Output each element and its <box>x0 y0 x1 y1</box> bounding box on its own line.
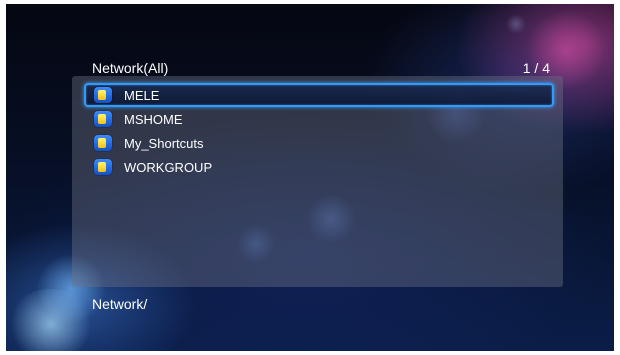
network-folder-icon <box>94 87 112 103</box>
page-counter: 1 / 4 <box>522 60 550 76</box>
network-list: MELE MSHOME My_Shortcuts WORKGROUP <box>84 83 554 179</box>
list-item-workgroup[interactable]: WORKGROUP <box>84 155 554 179</box>
list-item-label: My_Shortcuts <box>124 135 204 151</box>
list-item-mele[interactable]: MELE <box>84 83 554 107</box>
list-item-my-shortcuts[interactable]: My_Shortcuts <box>84 131 554 155</box>
current-path: Network/ <box>92 296 148 312</box>
network-folder-icon <box>94 159 112 175</box>
background-bokeh-7 <box>506 14 526 34</box>
background-bokeh-4 <box>6 289 96 351</box>
list-item-label: WORKGROUP <box>124 159 213 175</box>
network-folder-icon <box>94 111 112 127</box>
list-item-label: MSHOME <box>124 111 183 127</box>
network-folder-icon <box>94 135 112 151</box>
location-title: Network(All) <box>92 60 169 76</box>
list-item-mshome[interactable]: MSHOME <box>84 107 554 131</box>
list-item-label: MELE <box>124 87 160 103</box>
